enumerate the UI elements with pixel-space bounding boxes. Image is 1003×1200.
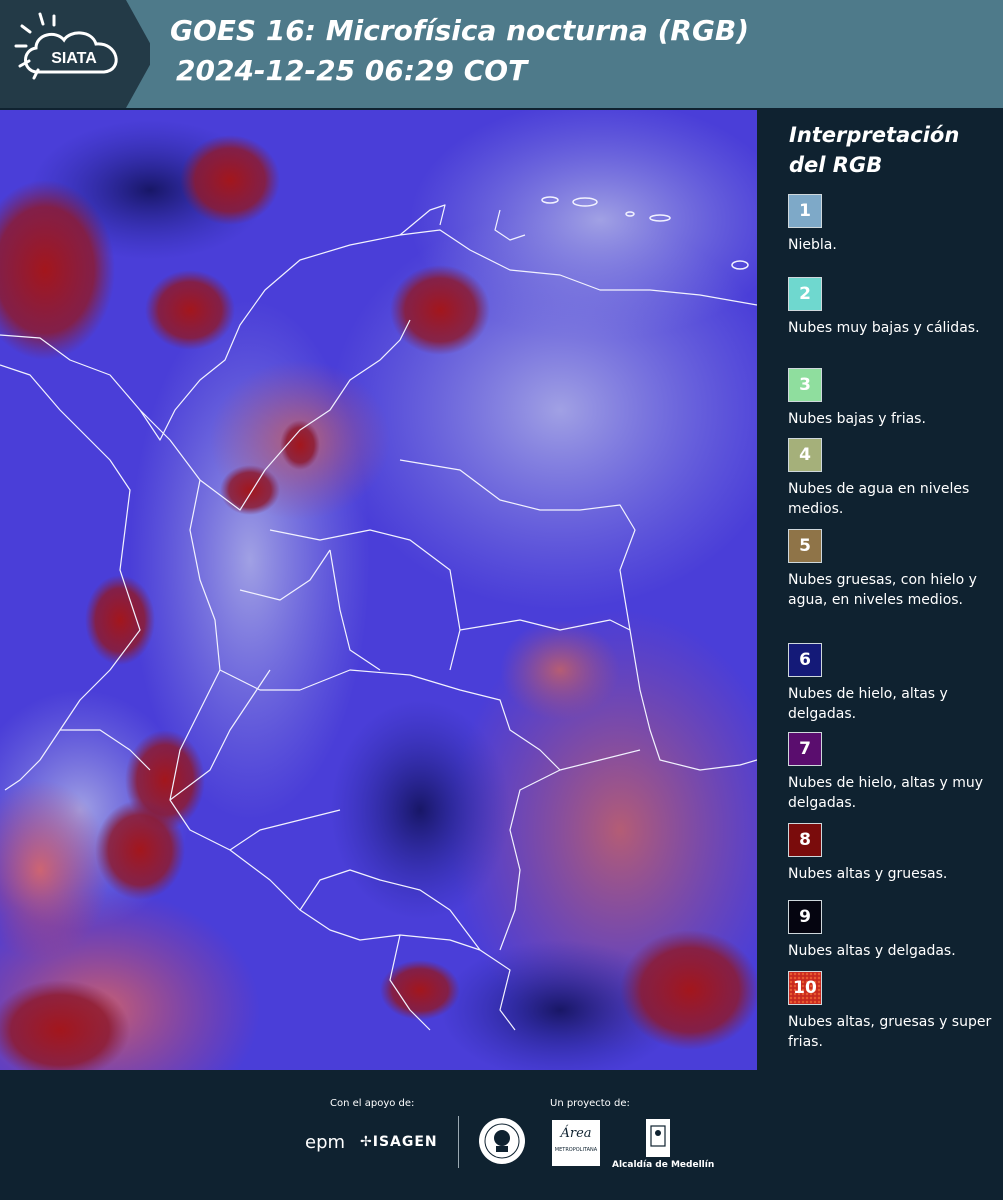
legend-description: Nubes altas y gruesas. [788,866,948,882]
legend-item: 7 Nubes de hielo, altas y muy delgadas. [788,732,993,813]
medellin-shield-icon [645,1118,671,1158]
siata-logo: SIATA [0,0,156,108]
page-timestamp: 2024-12-25 06:29 COT [176,54,528,87]
support-label: Con el apoyo de: [330,1098,415,1109]
legend-color-swatch: 5 [788,529,822,563]
legend-item: 4 Nubes de agua en niveles medios. [788,438,993,519]
legend-color-swatch: 2 [788,277,822,311]
legend-item: 9 Nubes altas y delgadas. [788,900,993,961]
legend-description: Nubes muy bajas y cálidas. [788,320,980,336]
legend-item: 3 Nubes bajas y frias. [788,368,993,429]
header-bar: SIATA GOES 16: Microfísica nocturna (RGB… [0,0,1003,108]
legend-description: Nubes de hielo, altas y muy delgadas. [788,775,984,811]
legend-color-swatch: 7 [788,732,822,766]
legend-description: Nubes gruesas, con hielo y agua, en nive… [788,572,977,608]
legend-item: 10 Nubes altas, gruesas y super frias. [788,971,993,1052]
legend-description: Nubes altas, gruesas y super frias. [788,1014,992,1050]
legend-description: Nubes bajas y frias. [788,411,926,427]
legend-color-swatch: 10 [788,971,822,1005]
rgb-legend-panel: Interpretación del RGB 1 Niebla. 2 Nubes mu… [762,110,1003,1070]
area-metropolitana-logo: Área METROPOLITANA [552,1120,600,1166]
legend-description: Niebla. [788,237,837,253]
legend-item: 8 Nubes altas y gruesas. [788,823,993,884]
legend-color-swatch: 8 [788,823,822,857]
legend-color-swatch: 6 [788,643,822,677]
project-label: Un proyecto de: [550,1098,630,1109]
legend-item: 6 Nubes de hielo, altas y delgadas. [788,643,993,724]
legend-color-swatch: 1 [788,194,822,228]
legend-color-swatch: 9 [788,900,822,934]
isagen-logo: ✢ISAGEN [360,1134,438,1150]
legend-color-swatch: 4 [788,438,822,472]
siata-seal-icon [477,1116,527,1166]
legend-item: 2 Nubes muy bajas y cálidas. [788,277,993,338]
legend-description: Nubes de agua en niveles medios. [788,481,970,517]
footer: Con el apoyo de: Un proyecto de: epm ✢IS… [0,1072,1003,1200]
svg-text:SIATA: SIATA [51,50,97,67]
legend-description: Nubes de hielo, altas y delgadas. [788,686,948,722]
legend-item: 1 Niebla. [788,194,993,255]
satellite-rgb-map [0,110,757,1070]
medellin-label: Alcaldía de Medellín [612,1160,715,1170]
legend-description: Nubes altas y delgadas. [788,943,956,959]
legend-item: 5 Nubes gruesas, con hielo y agua, en niv… [788,529,993,610]
epm-logo: epm [305,1132,346,1153]
legend-color-swatch: 3 [788,368,822,402]
legend-title: Interpretación del RGB [789,123,960,177]
isagen-mark-icon: ✢ [360,1134,373,1150]
page-title: GOES 16: Microfísica nocturna (RGB) [170,14,750,47]
footer-divider [458,1116,459,1168]
